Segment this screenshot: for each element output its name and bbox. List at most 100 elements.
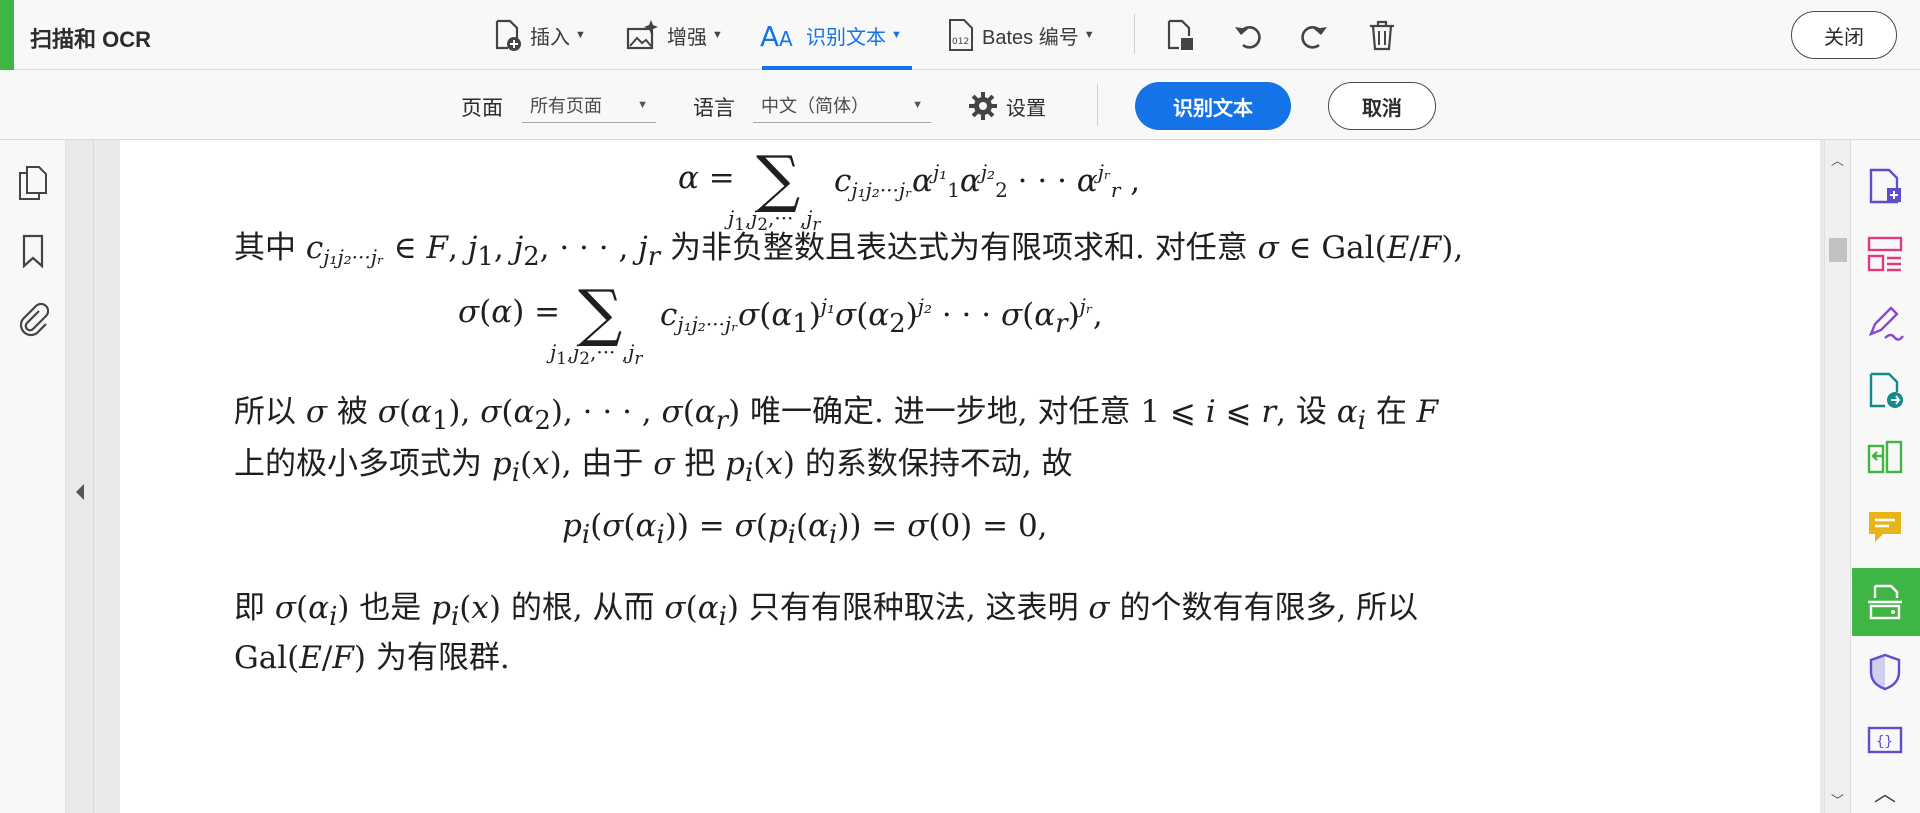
left-pane-collapse-strip[interactable] bbox=[66, 140, 94, 813]
text-span: 的个数有有限多, 所以 bbox=[1119, 590, 1419, 626]
text-line-2: 所以 σ 被 σ(α1), σ(α2), · · · , σ(αr) 唯一确定.… bbox=[234, 394, 1439, 437]
bates-label: Bates 编号 bbox=[982, 26, 1079, 49]
recognize-text-label: 识别文本 bbox=[806, 26, 886, 49]
svg-text:{}: {} bbox=[1876, 734, 1893, 750]
close-button[interactable]: 关闭 bbox=[1791, 11, 1897, 59]
chevron-down-icon: ▼ bbox=[637, 99, 648, 111]
text-span: 被 bbox=[336, 394, 368, 430]
collapse-left-pane-icon[interactable] bbox=[76, 484, 84, 500]
recognize-text-button[interactable]: 识别文本 bbox=[1135, 82, 1291, 130]
text-span: 的根, 从而 bbox=[510, 590, 655, 626]
tool-title: 扫描和 OCR bbox=[30, 27, 152, 52]
page-thumbnails-button[interactable] bbox=[14, 164, 52, 202]
tool-color-strip bbox=[0, 0, 14, 70]
compare-files-icon bbox=[1867, 440, 1903, 474]
more-tools-tool[interactable]: {} bbox=[1863, 718, 1907, 762]
export-pdf-tool[interactable] bbox=[1863, 368, 1907, 412]
text-span: 的系数保持不动, 故 bbox=[804, 446, 1073, 482]
top-toolbar: 扫描和 OCR 插入 ▼ 增强 ▼ A A 识别文本 ▼ 012 Bates 编… bbox=[0, 0, 1920, 70]
text-span: 为非负整数且表达式为有限项求和. 对任意 bbox=[670, 230, 1248, 266]
comment-icon bbox=[1869, 512, 1901, 542]
text-line-5: Gal(E/F) 为有限群. bbox=[234, 640, 510, 676]
attachments-button[interactable] bbox=[14, 300, 52, 338]
text-span: 所以 bbox=[234, 394, 296, 430]
recognize-text-menu[interactable]: A A 识别文本 ▼ bbox=[760, 14, 902, 56]
attachment-icon bbox=[19, 302, 49, 337]
text-span: 也是 bbox=[359, 590, 422, 626]
insert-button[interactable]: 插入 ▼ bbox=[490, 14, 586, 56]
chevron-down-icon: ▼ bbox=[912, 99, 923, 111]
text-line-3: 上的极小多项式为 pi(x), 由于 σ 把 pi(x) 的系数保持不动, 故 bbox=[234, 446, 1073, 489]
text-span: , 设 bbox=[1276, 394, 1327, 430]
scan-ocr-tool[interactable] bbox=[1863, 580, 1907, 624]
pages-dropdown[interactable]: 所有页面 ▼ bbox=[522, 87, 656, 123]
vertical-scrollbar[interactable]: ︿ ﹀ bbox=[1824, 140, 1850, 813]
bates-numbering-button[interactable]: 012 Bates 编号 ▼ bbox=[946, 14, 1095, 56]
undo-button[interactable] bbox=[1228, 14, 1268, 56]
organize-pages-icon bbox=[1867, 236, 1903, 272]
chevron-up-icon[interactable]: ︿ bbox=[1874, 776, 1896, 808]
text-span: 为有限群. bbox=[375, 640, 510, 676]
insert-label: 插入 bbox=[530, 26, 570, 49]
more-tools-icon: {} bbox=[1867, 726, 1903, 754]
scroll-up-icon[interactable]: ︿ bbox=[1831, 150, 1844, 169]
chevron-down-icon: ▼ bbox=[575, 29, 586, 41]
chevron-down-icon: ▼ bbox=[1083, 29, 1095, 41]
language-dropdown[interactable]: 中文（简体） ▼ bbox=[753, 87, 931, 123]
document-page: α = ∑ j1,j2,··· ,jr cj₁j₂···jᵣαj₁1αj₂2 ·… bbox=[120, 140, 1820, 813]
insert-page-icon bbox=[495, 19, 521, 51]
bates-number-icon: 012 bbox=[949, 19, 973, 51]
language-dropdown-value: 中文（简体） bbox=[761, 95, 869, 116]
enhance-label: 增强 bbox=[667, 26, 707, 49]
toolbar-divider bbox=[1134, 14, 1135, 54]
compare-files-tool[interactable] bbox=[1863, 436, 1907, 480]
svg-text:A: A bbox=[779, 27, 793, 51]
text-span: , 由于 bbox=[561, 446, 644, 482]
left-nav-pane bbox=[0, 140, 66, 813]
bookmark-icon bbox=[22, 234, 44, 269]
create-pdf-tool[interactable] bbox=[1863, 164, 1907, 208]
export-pdf-icon bbox=[1869, 372, 1903, 408]
gear-icon bbox=[969, 92, 997, 120]
redo-icon bbox=[1301, 26, 1327, 49]
protect-tool[interactable] bbox=[1863, 650, 1907, 694]
text-line-4: 即 σ(αi) 也是 pi(x) 的根, 从而 σ(αi) 只有有限种取法, 这… bbox=[234, 590, 1419, 633]
text-span: 只有有限种取法, 这表明 bbox=[748, 590, 1079, 626]
svg-text:012: 012 bbox=[952, 37, 969, 47]
fill-sign-tool[interactable] bbox=[1863, 300, 1907, 344]
organize-pages-tool[interactable] bbox=[1863, 232, 1907, 276]
settings-button[interactable]: 设置 bbox=[968, 88, 1046, 124]
text-span: 唯一确定. 进一步地, 对任意 bbox=[750, 394, 1131, 430]
text-line-1: 其中 cj₁j₂···jᵣ ∈ F, j1, j2, · · · , jr 为非… bbox=[234, 230, 1464, 273]
text-span: 其中 bbox=[234, 230, 296, 266]
equation-minimal-poly: pi(σ(αi)) = σ(pi(αi)) = σ(0) = 0, bbox=[562, 508, 1048, 551]
fill-sign-icon bbox=[1868, 306, 1904, 341]
text-span: 把 bbox=[684, 446, 716, 482]
scan-ocr-icon bbox=[1868, 584, 1902, 620]
page-thumbnails-icon bbox=[19, 166, 47, 200]
pages-dropdown-value: 所有页面 bbox=[530, 95, 602, 116]
cancel-button[interactable]: 取消 bbox=[1328, 82, 1436, 130]
enhance-button[interactable]: 增强 ▼ bbox=[625, 14, 723, 56]
text-span: 在 bbox=[1375, 394, 1407, 430]
app-window: 扫描和 OCR 插入 ▼ 增强 ▼ A A 识别文本 ▼ 012 Bates 编… bbox=[0, 0, 1920, 813]
svg-text:A: A bbox=[760, 20, 779, 52]
edit-page-button[interactable] bbox=[1160, 14, 1200, 56]
scroll-thumb[interactable] bbox=[1829, 238, 1847, 262]
chevron-down-icon: ▼ bbox=[891, 29, 902, 41]
redo-button[interactable] bbox=[1294, 14, 1334, 56]
recognize-text-icon: A A bbox=[760, 20, 793, 52]
settings-label: 设置 bbox=[1006, 97, 1046, 120]
create-pdf-icon bbox=[1869, 168, 1901, 204]
language-label: 语言 bbox=[693, 97, 735, 120]
scroll-down-icon[interactable]: ﹀ bbox=[1831, 790, 1844, 809]
comment-tool[interactable] bbox=[1863, 504, 1907, 548]
delete-button[interactable] bbox=[1362, 14, 1402, 56]
ocr-options-bar: 页面 所有页面 ▼ 语言 中文（简体） ▼ 设置 识别文本 取消 bbox=[0, 70, 1920, 140]
chevron-down-icon: ▼ bbox=[712, 29, 723, 41]
protect-icon bbox=[1869, 653, 1901, 691]
text-span: 上的极小多项式为 bbox=[234, 446, 482, 482]
bookmarks-button[interactable] bbox=[14, 232, 52, 270]
options-divider bbox=[1097, 84, 1098, 126]
text-span: 即 bbox=[234, 590, 265, 626]
